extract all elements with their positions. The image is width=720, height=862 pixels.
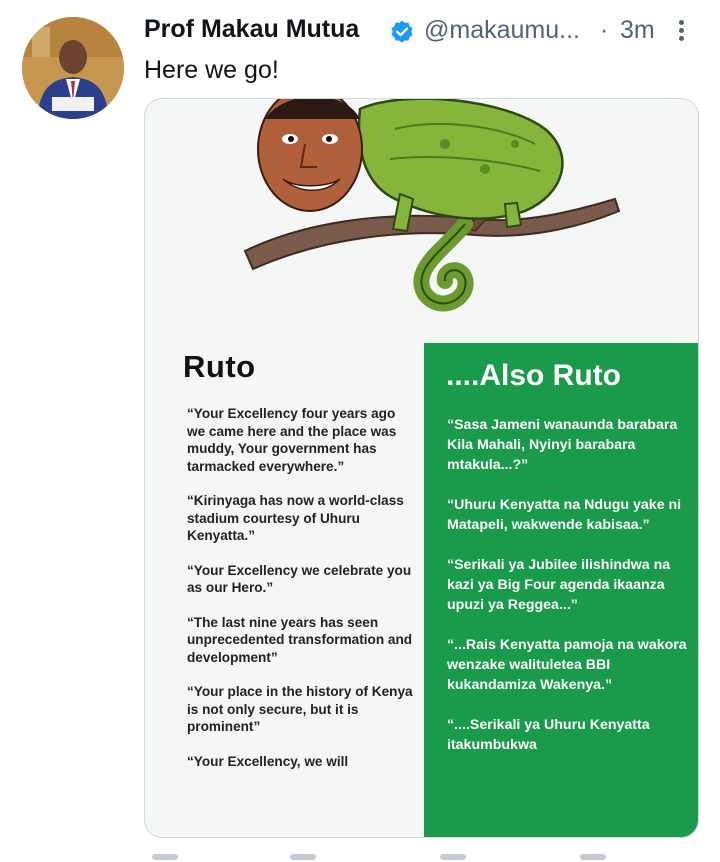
also-ruto-quote: “...Rais Kenyatta pamoja na wakora wenza… [447, 637, 687, 693]
also-ruto-title: ....Also Ruto [446, 359, 621, 392]
chameleon-cartoon-illustration [243, 99, 621, 312]
avatar-photo [22, 17, 124, 119]
ruto-quote: “Your Excellency we celebrate you as our… [187, 562, 412, 596]
reply-icon[interactable] [152, 854, 178, 860]
also-ruto-quote: “Uhuru Kenyatta na Ndugu yake ni Matapel… [447, 497, 682, 533]
verified-badge-icon [391, 20, 413, 43]
ruto-quotes-column: Ruto “Your Excellency four years ago we … [175, 349, 415, 787]
avatar[interactable] [22, 17, 124, 119]
tweet-media-image[interactable]: Ruto “Your Excellency four years ago we … [144, 98, 699, 838]
timestamp[interactable]: 3m [620, 16, 655, 45]
ruto-quote: “Your place in the history of Kenya is n… [187, 684, 413, 734]
share-icon[interactable] [580, 854, 606, 860]
separator-dot: · [600, 16, 609, 44]
also-ruto-quote: “Serikali ya Jubilee ilishindwa na kazi … [447, 557, 671, 613]
also-ruto-quotes-panel: ....Also Ruto “Sasa Jameni wanaunda bara… [424, 343, 698, 837]
also-ruto-quote: “Sasa Jameni wanaunda barabara Kila Maha… [447, 417, 678, 473]
tweet-header: Prof Makau Mutua @makaumu... · 3m [144, 13, 702, 49]
also-ruto-quote: “....Serikali ya Uhuru Kenyatta itakumbu… [447, 717, 650, 753]
author-name[interactable]: Prof Makau Mutua [144, 15, 359, 44]
ruto-quote: “The last nine years has seen unpreceden… [187, 614, 413, 665]
author-handle[interactable]: @makaumu... [424, 16, 580, 45]
tweet-action-bar [140, 854, 606, 862]
ruto-quote: “Your Excellency, we will [187, 753, 349, 769]
more-options-icon[interactable] [674, 17, 688, 45]
ruto-title: Ruto [183, 349, 256, 384]
like-icon[interactable] [440, 854, 466, 860]
ruto-quote: “Your Excellency four years ago we came … [187, 406, 397, 474]
tweet-text: Here we go! [144, 56, 279, 84]
retweet-icon[interactable] [290, 854, 316, 860]
ruto-quote: “Kirinyaga has now a world-class stadium… [187, 493, 404, 543]
